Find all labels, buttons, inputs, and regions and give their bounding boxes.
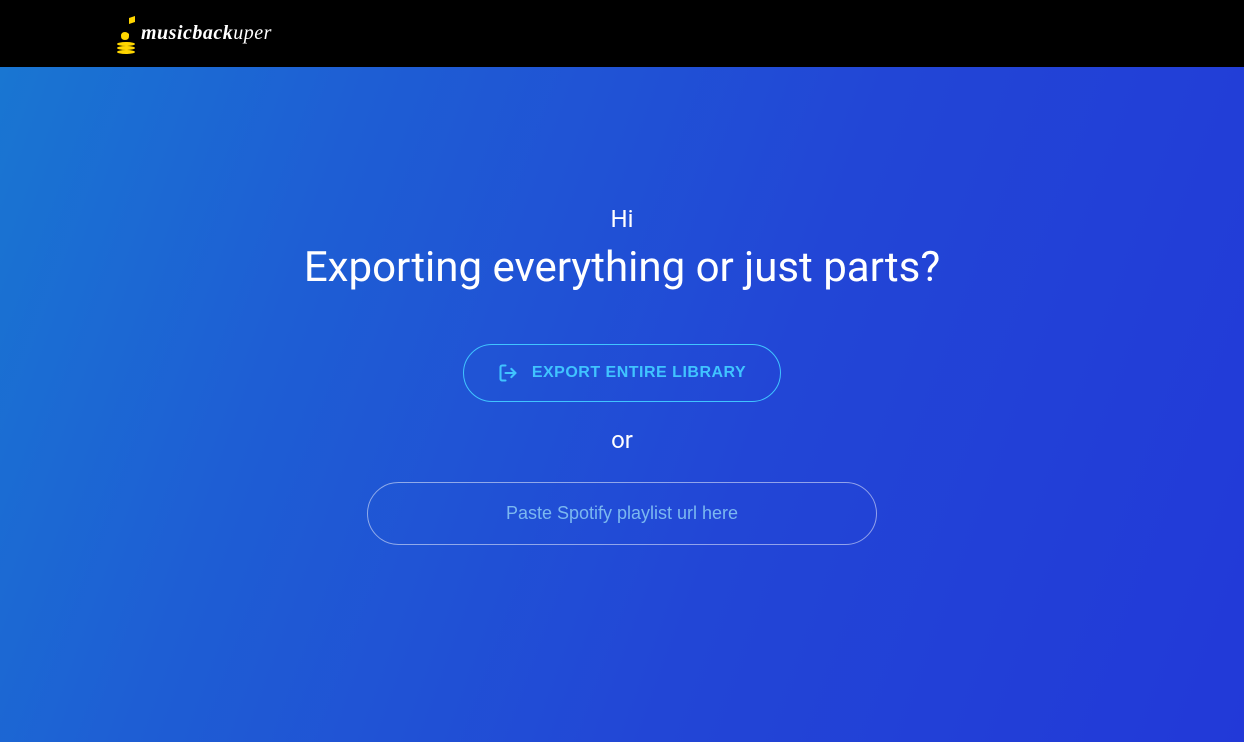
music-note-icon xyxy=(115,14,139,54)
export-button-label: EXPORT ENTIRE LIBRARY xyxy=(532,364,746,382)
main-content: Hi Exporting everything or just parts? E… xyxy=(0,67,1244,742)
logo[interactable]: musicbackuper xyxy=(115,14,272,54)
or-separator: or xyxy=(611,426,633,454)
playlist-url-input[interactable] xyxy=(367,482,877,545)
logo-text: musicbackuper xyxy=(141,22,272,45)
header: musicbackuper xyxy=(0,0,1244,67)
greeting-text: Hi xyxy=(611,205,634,233)
page-title: Exporting everything or just parts? xyxy=(304,243,940,292)
export-library-button[interactable]: EXPORT ENTIRE LIBRARY xyxy=(463,344,781,402)
export-icon xyxy=(498,363,518,383)
